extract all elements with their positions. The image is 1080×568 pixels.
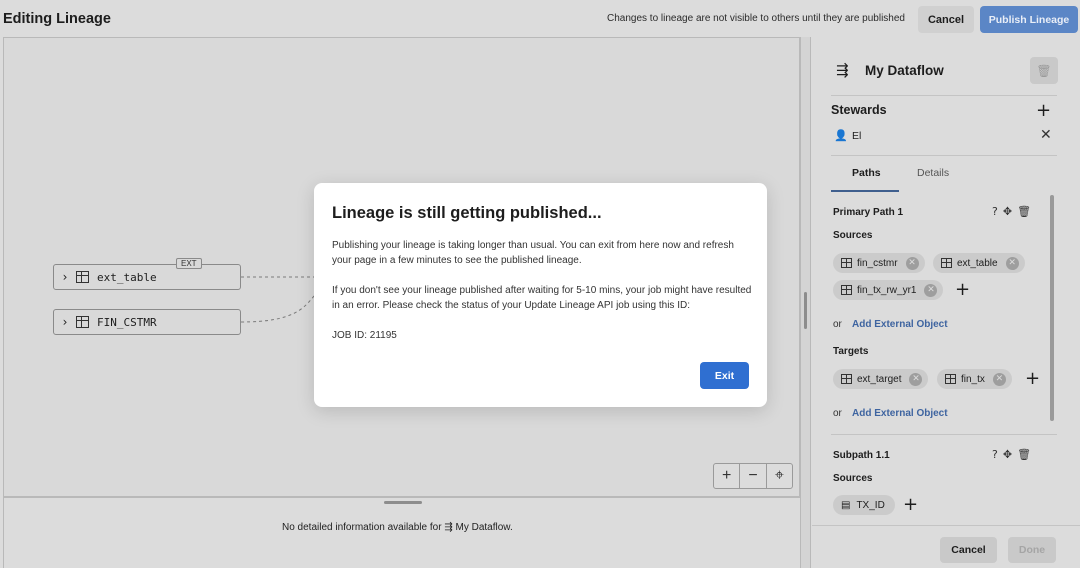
remove-icon[interactable]: ✕	[1005, 256, 1019, 270]
delete-button[interactable]: 🗑	[1030, 57, 1058, 84]
table-icon	[945, 374, 956, 384]
table-icon	[841, 374, 852, 384]
trash-icon[interactable]: 🗑	[1017, 448, 1036, 461]
detail-panel: No detailed information available for ⇶ …	[3, 497, 800, 568]
publish-lineage-button[interactable]: Publish Lineage	[980, 6, 1078, 33]
add-target-icon[interactable]: +	[1025, 370, 1040, 388]
stewards-heading: Stewards	[831, 103, 887, 117]
add-source-icon[interactable]: +	[903, 496, 918, 514]
remove-icon[interactable]: ✕	[992, 372, 1006, 386]
dialog-paragraph: If you don't see your lineage published …	[332, 285, 752, 311]
dataflow-icon: ⇶	[836, 61, 849, 79]
chip-label: ext_target	[857, 373, 902, 385]
remove-steward-icon[interactable]: ✕	[1040, 127, 1052, 143]
dataflow-title: My Dataflow	[865, 63, 944, 78]
node-label: FIN_CSTMR	[97, 315, 157, 329]
divider	[831, 155, 1057, 156]
chip-label: fin_tx	[961, 373, 985, 385]
cancel-button[interactable]: Cancel	[940, 537, 997, 563]
detail-message: No detailed information available for ⇶ …	[282, 522, 513, 533]
job-id: JOB ID: 21195	[332, 330, 397, 341]
fit-view-icon[interactable]: ⌖	[767, 464, 792, 488]
add-steward-icon[interactable]: +	[1036, 102, 1051, 120]
table-icon	[941, 258, 952, 268]
publish-notice: Changes to lineage are not visible to ot…	[607, 13, 905, 24]
remove-icon[interactable]: ✕	[924, 283, 938, 297]
detail-suffix: .	[509, 522, 513, 533]
person-icon: 👤	[834, 129, 848, 142]
exit-button[interactable]: Exit	[700, 362, 749, 389]
detail-prefix: No detailed information available for	[282, 522, 442, 533]
chevron-right-icon[interactable]: ›	[54, 315, 76, 329]
done-button[interactable]: Done	[1008, 537, 1056, 563]
publishing-dialog: Lineage is still getting published... Pu…	[314, 183, 767, 407]
resize-grip[interactable]	[804, 292, 807, 329]
locate-icon[interactable]: ✥	[1003, 448, 1017, 461]
chip-label: ext_table	[957, 257, 998, 269]
sources-heading: Sources	[833, 230, 873, 241]
targets-heading: Targets	[833, 346, 869, 357]
zoom-out-button[interactable]: −	[740, 464, 767, 488]
zoom-controls: + − ⌖	[713, 463, 793, 489]
tab-paths[interactable]: Paths	[852, 167, 881, 179]
source-chip: ext_table ✕	[933, 253, 1025, 273]
table-icon	[841, 258, 852, 268]
add-source-icon[interactable]: +	[955, 281, 970, 299]
node-ext-table[interactable]: › ext_table	[53, 264, 241, 290]
page-title: Editing Lineage	[3, 11, 111, 27]
add-external-object-link[interactable]: Add External Object	[852, 319, 948, 330]
node-fin-cstmr[interactable]: › FIN_CSTMR	[53, 309, 241, 335]
chip-label: fin_tx_rw_yr1	[857, 284, 917, 296]
header-bar: Editing Lineage Changes to lineage are n…	[0, 0, 1080, 38]
trash-icon[interactable]: 🗑	[1017, 205, 1036, 218]
subpath-actions: ?✥🗑	[992, 448, 1036, 461]
divider	[831, 434, 1057, 435]
source-chip: fin_cstmr ✕	[833, 253, 925, 273]
locate-icon[interactable]: ✥	[1003, 205, 1017, 218]
primary-path-title: Primary Path 1	[833, 207, 904, 218]
chevron-right-icon[interactable]: ›	[54, 270, 76, 284]
active-tab-indicator	[831, 190, 899, 192]
subpath-title: Subpath 1.1	[833, 450, 890, 461]
dataflow-icon: ⇶	[444, 522, 453, 533]
chip-label: fin_cstmr	[857, 257, 898, 269]
dialog-title: Lineage is still getting published...	[332, 204, 602, 222]
table-icon	[841, 285, 852, 295]
tab-details[interactable]: Details	[917, 167, 949, 179]
add-external-object-link[interactable]: Add External Object	[852, 408, 948, 419]
help-icon[interactable]: ?	[992, 448, 1003, 461]
remove-icon[interactable]: ✕	[909, 372, 923, 386]
ext-badge: EXT	[176, 258, 202, 269]
or-label: or	[833, 319, 842, 330]
path-actions: ?✥🗑	[992, 205, 1036, 218]
trash-icon: 🗑	[1036, 63, 1052, 78]
table-icon	[76, 271, 89, 283]
scrollbar[interactable]	[1050, 195, 1054, 421]
target-chip: fin_tx ✕	[937, 369, 1012, 389]
node-label: ext_table	[97, 270, 157, 284]
or-label: or	[833, 408, 842, 419]
panel-footer: Cancel Done	[812, 525, 1080, 568]
subpath-sources-heading: Sources	[833, 473, 873, 484]
cancel-button[interactable]: Cancel	[918, 6, 974, 33]
table-icon	[76, 316, 89, 328]
source-chip: ▤ TX_ID	[833, 495, 895, 515]
detail-object: My Dataflow	[455, 522, 510, 533]
target-chip: ext_target ✕	[833, 369, 929, 389]
dialog-paragraph: Publishing your lineage is taking longer…	[332, 240, 734, 266]
zoom-in-button[interactable]: +	[714, 464, 741, 488]
resize-handle[interactable]	[384, 501, 422, 504]
divider	[831, 95, 1057, 96]
remove-icon[interactable]: ✕	[905, 256, 919, 270]
source-chip: fin_tx_rw_yr1 ✕	[833, 280, 944, 300]
right-panel: ⇶ My Dataflow 🗑 Stewards + 👤 El ✕ Paths …	[812, 37, 1080, 568]
database-icon: ▤	[841, 499, 851, 511]
help-icon[interactable]: ?	[992, 205, 1003, 218]
panel-divider[interactable]	[800, 37, 811, 568]
chip-label: TX_ID	[856, 499, 885, 511]
steward-name: El	[852, 130, 862, 142]
